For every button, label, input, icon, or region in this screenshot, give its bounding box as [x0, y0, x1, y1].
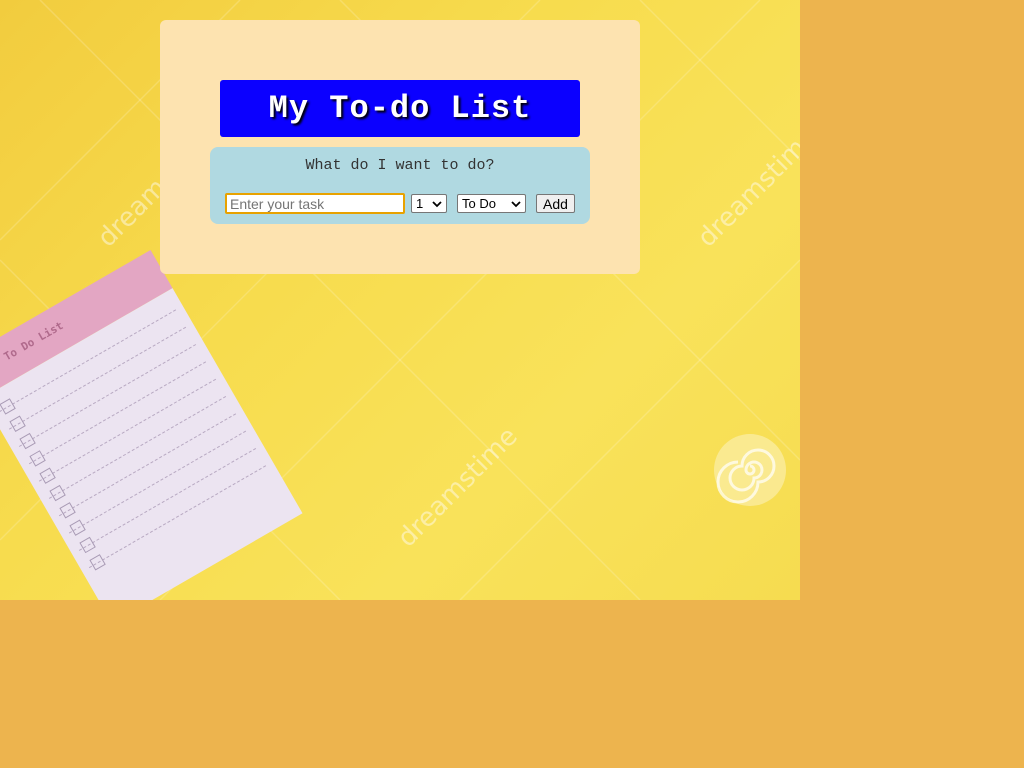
checkbox-icon: [69, 519, 86, 536]
checkbox-icon: [39, 467, 56, 484]
chevron-down-icon: [511, 201, 521, 208]
priority-select-value: 1: [416, 196, 424, 211]
notepad-line: [78, 447, 257, 551]
status-select[interactable]: To Do: [457, 194, 526, 213]
notepad-line: [38, 378, 217, 482]
checkbox-icon: [59, 502, 76, 519]
notepad-line: [68, 430, 247, 534]
notepad-line: [48, 396, 227, 499]
checkbox-icon: [9, 415, 26, 432]
priority-select[interactable]: 1: [411, 194, 447, 213]
todo-card: My To-do List What do I want to do? 1 To…: [160, 20, 640, 274]
add-button[interactable]: Add: [536, 194, 575, 213]
notepad-line: [28, 361, 207, 465]
page-title: My To-do List: [268, 90, 532, 127]
task-input[interactable]: [225, 193, 405, 214]
checkbox-icon: [89, 554, 106, 571]
title-banner: My To-do List: [220, 80, 580, 137]
checkbox-icon: [0, 398, 16, 415]
checkbox-icon: [49, 484, 66, 502]
form-prompt: What do I want to do?: [305, 157, 495, 174]
checkbox-icon: [19, 432, 36, 450]
task-form: What do I want to do? 1 To Do Add: [210, 147, 590, 224]
chevron-down-icon: [432, 201, 442, 208]
status-select-value: To Do: [462, 196, 496, 211]
checkbox-icon: [29, 450, 46, 467]
notepad-line: [58, 413, 237, 517]
checkbox-icon: [79, 536, 96, 554]
watermark-swirl-icon: [714, 434, 786, 506]
